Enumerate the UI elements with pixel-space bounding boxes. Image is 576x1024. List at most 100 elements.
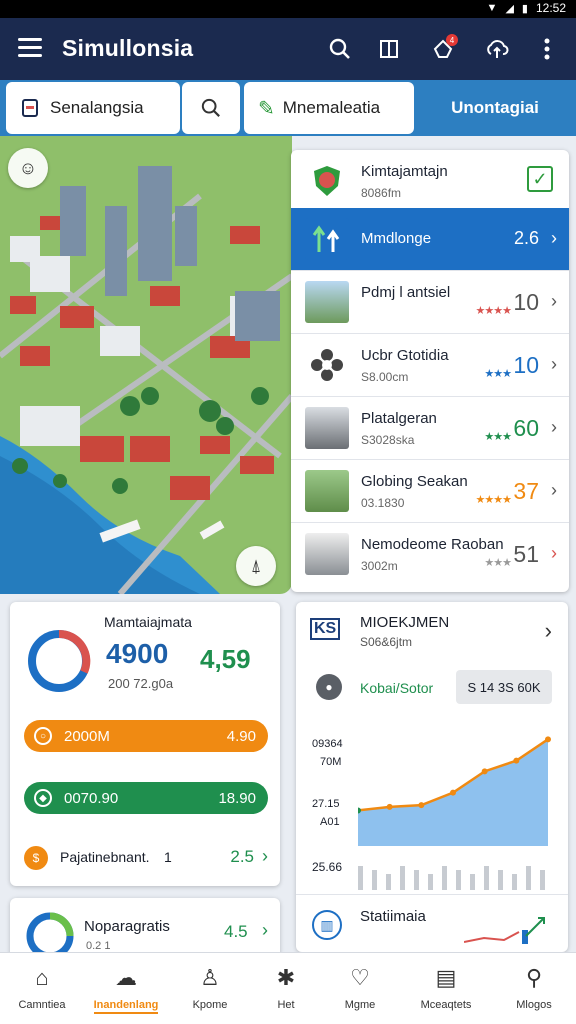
person-icon: ☺: [18, 157, 38, 178]
chart-data-point: [545, 736, 551, 743]
recenter-button[interactable]: ⍋: [236, 546, 276, 586]
coin-icon: ○: [34, 727, 52, 745]
chevron-right-icon: ›: [551, 417, 557, 437]
status-bar: ▼ ◢ ▮ 12:52: [0, 0, 576, 18]
landmark-thumbnail: [305, 281, 349, 323]
more-options-icon[interactable]: [532, 34, 562, 64]
nav-item-compass[interactable]: ✱ Het: [250, 953, 322, 1024]
area-chart: [358, 736, 551, 890]
chart-axis-tick: [498, 870, 503, 890]
home-icon: ⌂: [35, 965, 49, 990]
list-item[interactable]: Globing Seakan 03.1830 ★★★★ 37 ›: [291, 460, 569, 523]
list-item[interactable]: Nemodeome Raoban 3002m ★★★ 51 ›: [291, 523, 569, 586]
group-icon: ☁: [115, 965, 137, 990]
list-item[interactable]: Platalgeran S3028ska ★★★ 60 ›: [291, 397, 569, 460]
chart-axis-tick: [540, 870, 545, 890]
park-thumbnail: [305, 470, 349, 512]
big-secondary-value: 4,59: [200, 644, 251, 674]
tool-label: Mnemaleatia: [282, 98, 381, 117]
green-label: Kobai/Sotor: [360, 680, 434, 696]
temple-thumbnail: [305, 407, 349, 449]
chart-data-point: [513, 757, 520, 764]
chart-data-point: [481, 768, 488, 775]
list-item-selected[interactable]: Mmdlonge 2.6 ›: [291, 208, 569, 271]
stats-card: Mamtaiajmata 4900 4,59 200 72.g0a ○ 2000…: [10, 602, 280, 886]
diamond-icon: ◆: [34, 789, 52, 807]
status-time: 12:52: [535, 1, 566, 15]
stats-title: Mamtaiajmata: [104, 614, 192, 630]
map-illustration: [0, 136, 292, 594]
chevron-right-icon: ›: [551, 543, 557, 563]
gear-flower-icon: [305, 344, 349, 386]
chart-axis-tick: [400, 866, 405, 890]
chart-data-point: [450, 789, 456, 796]
chevron-right-icon: ›: [262, 920, 268, 940]
trend-sparkline: [464, 917, 545, 944]
bottom-navigation: ⌂ Camntiea ☁ Inandenlang ♙ Kpome ✱ Het ♡…: [0, 952, 576, 1024]
chart-card: KS MIOEKJMEN S06&6jtm › ● Kobai/Sotor S …: [296, 602, 568, 952]
user-location-button[interactable]: ☺: [8, 148, 48, 188]
edit-tool-button[interactable]: ✎ Mnemaleatia: [244, 82, 414, 134]
chart-data-point: [418, 802, 425, 809]
stat-row-green[interactable]: ◆ 0070.90 18.90: [24, 782, 268, 814]
stat-icon: ▥: [312, 910, 342, 940]
wifi-icon: ▼: [486, 2, 498, 14]
big-value: 4900: [106, 638, 169, 669]
mini-title: Noparagratis: [84, 918, 170, 935]
chart-axis-tick: [442, 866, 447, 890]
location-list: Kimtajamtajn 8086fm ✓ Mmdlonge 2.6 › Pdm…: [291, 150, 569, 592]
chart-axis-tick: [428, 874, 433, 890]
list-item[interactable]: Kimtajamtajn 8086fm ✓: [291, 150, 569, 213]
building-thumbnail: [305, 533, 349, 575]
donut-chart: [28, 629, 91, 692]
navigation-icon: ⍋: [250, 555, 262, 576]
chart-data-point: [386, 803, 393, 810]
list-item[interactable]: Ucbr Gtotidia S8.00cm ★★★ 10 ›: [291, 334, 569, 397]
y-tick-label: 09364: [312, 738, 343, 750]
chart-axis-tick: [372, 870, 377, 890]
stat-row-orange[interactable]: ○ 2000M 4.90: [24, 720, 268, 752]
city-map[interactable]: ☺ ⍋: [0, 136, 292, 594]
checkbox-checked[interactable]: ✓: [527, 166, 553, 192]
toolbar: Senalangsia ✎ Mnemaleatia Unontagiai: [0, 80, 576, 136]
y-tick-label: A01: [320, 816, 340, 828]
toolbar-search-button[interactable]: [182, 82, 240, 134]
layer-dropdown[interactable]: Senalangsia: [6, 82, 180, 134]
notification-icon[interactable]: 4: [428, 34, 458, 64]
book-icon[interactable]: [374, 34, 404, 64]
chart-axis-tick: [470, 874, 475, 890]
chevron-right-icon: ›: [551, 354, 557, 374]
y-tick-label: 25.66: [312, 860, 343, 874]
nav-item-person[interactable]: ♙ Kpome: [174, 953, 246, 1024]
chart-axis-tick: [512, 874, 517, 890]
nav-item-book[interactable]: ▤ Mceaqtets: [410, 953, 482, 1024]
chart-card-title: MIOEKJMEN: [360, 614, 450, 631]
mini-sub: 0.2 1: [86, 940, 111, 952]
signal-icon: ◢: [505, 2, 514, 15]
chart-axis-tick: [526, 866, 531, 890]
upload-icon[interactable]: [482, 34, 512, 64]
nav-item-home[interactable]: ⌂ Camntiea: [6, 953, 78, 1024]
map-icon: ♡: [350, 965, 370, 990]
active-tab-label: Unontagiai: [451, 98, 539, 117]
list-item[interactable]: Pdmj l antsiel ★★★★ 10 ›: [291, 271, 569, 334]
search-icon: [201, 98, 220, 117]
mini-card[interactable]: Noparagratis 0.2 1 4.5 ›: [10, 898, 280, 960]
chevron-right-icon[interactable]: ›: [545, 618, 552, 644]
nav-item-map[interactable]: ♡ Mgme: [324, 953, 396, 1024]
chart-logo-icon: KS: [310, 618, 341, 640]
footer-row[interactable]: $ Pajatinebnant. 1 2.5 ›: [24, 844, 268, 872]
book-icon: ▤: [435, 965, 457, 990]
nav-item-profile[interactable]: ⚲ Mlogos: [498, 953, 570, 1024]
menu-icon[interactable]: [18, 38, 42, 60]
dropdown-label: Senalangsia: [50, 98, 144, 117]
value-button[interactable]: S 14 3S 60K: [456, 670, 552, 704]
chart-axis-tick: [484, 866, 489, 890]
search-icon[interactable]: [325, 34, 355, 64]
chevron-right-icon: ›: [262, 846, 268, 866]
chevron-right-icon: ›: [551, 291, 557, 311]
tab-active[interactable]: Unontagiai: [414, 80, 576, 136]
nav-item-active[interactable]: ☁ Inandenlang: [90, 953, 162, 1024]
notification-badge: 4: [446, 34, 458, 46]
y-tick-label: 70M: [320, 756, 342, 768]
